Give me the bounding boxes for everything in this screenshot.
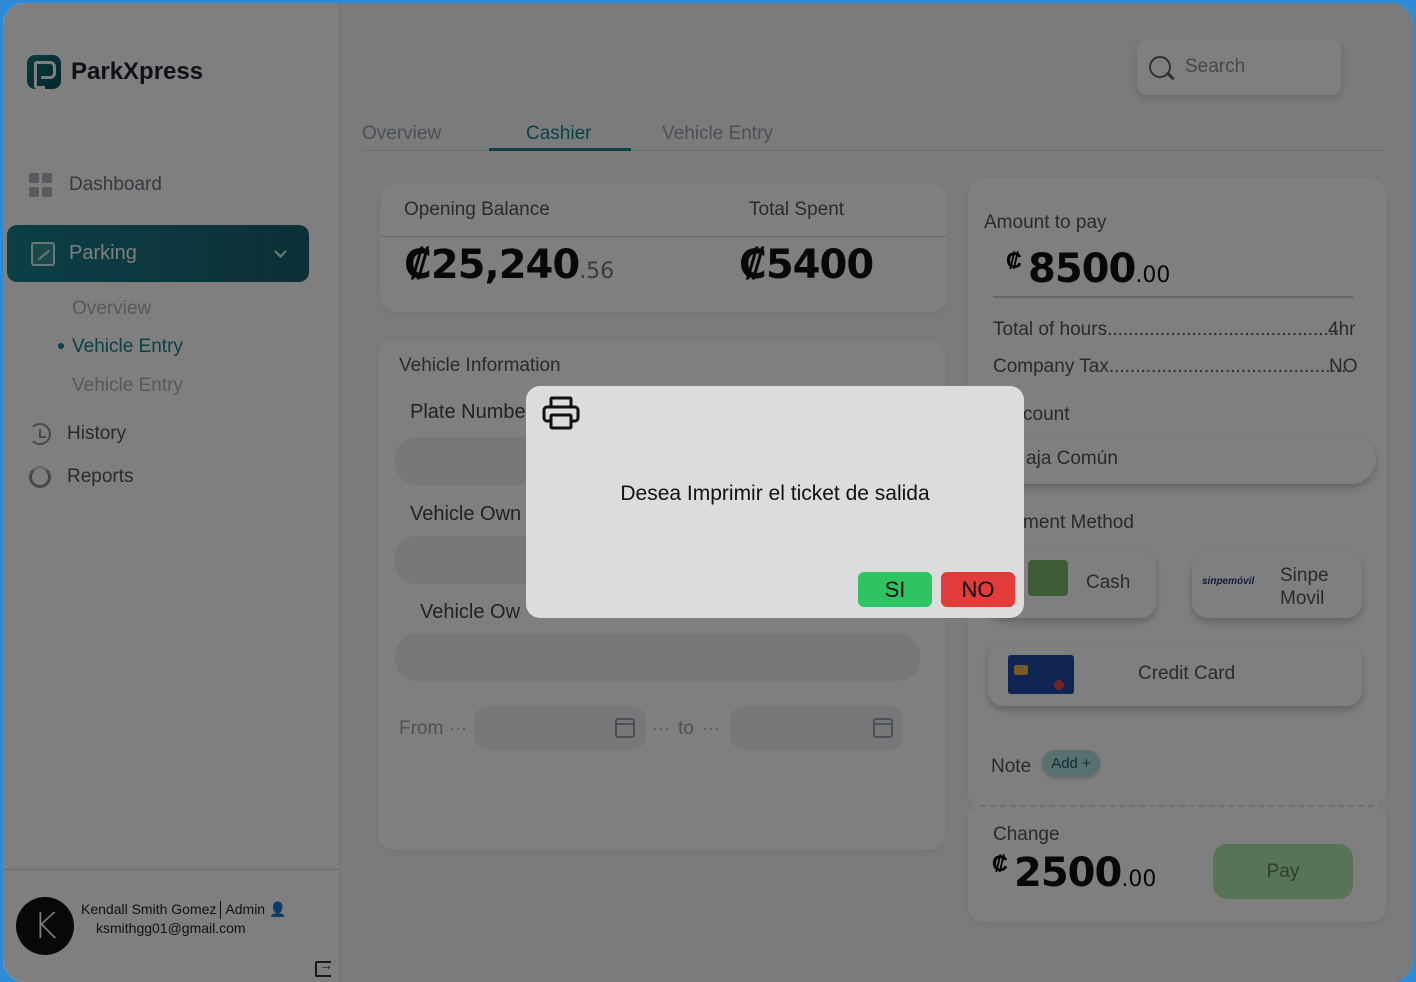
no-button[interactable]: NO: [941, 572, 1015, 607]
print-ticket-dialog: Desea Imprimir el ticket de salida SI NO: [526, 386, 1024, 618]
app-window: ParkXpress Dashboard Parking Overview Ve…: [3, 3, 1413, 982]
yes-button[interactable]: SI: [858, 572, 932, 607]
dialog-message: Desea Imprimir el ticket de salida: [620, 482, 930, 505]
printer-icon: [542, 396, 580, 430]
